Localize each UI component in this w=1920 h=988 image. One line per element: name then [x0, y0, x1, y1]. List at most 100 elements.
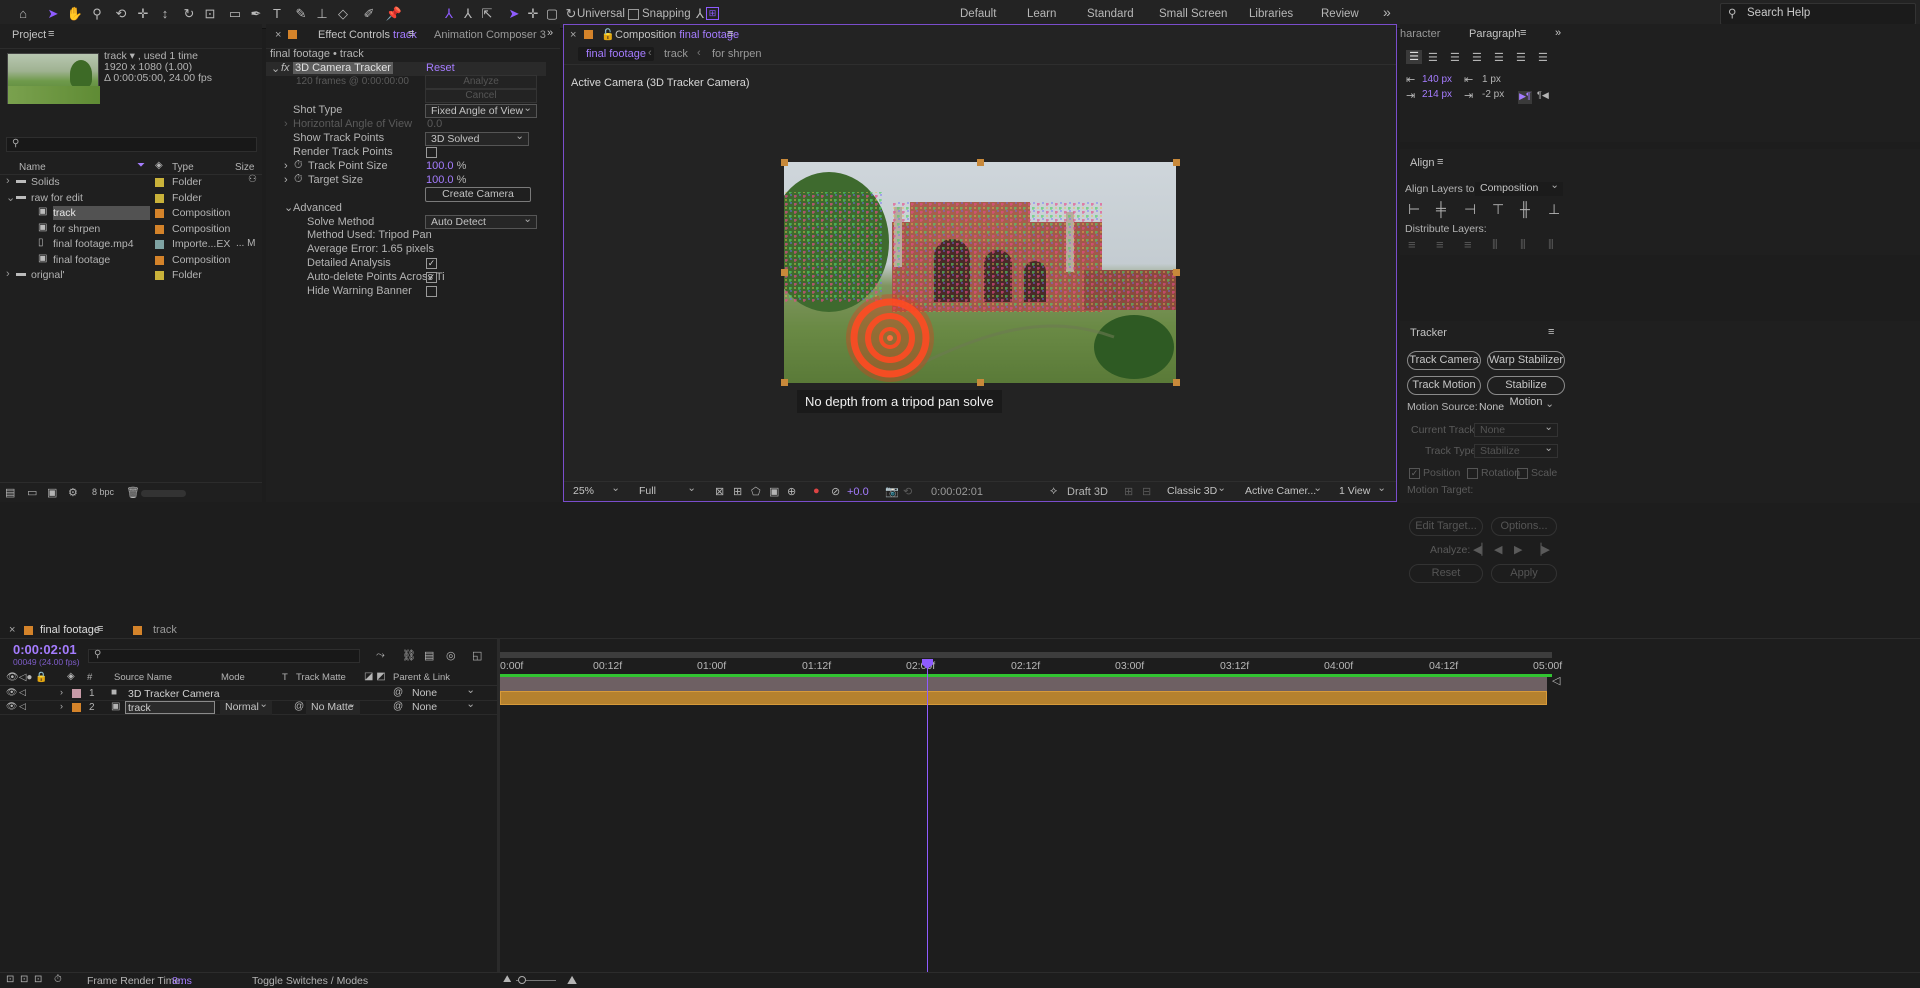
tracker-reset-button[interactable]: Reset [1409, 564, 1483, 583]
snapshot-icon[interactable]: 📷 [885, 485, 899, 498]
scale-mode-icon[interactable]: ▢ [543, 5, 561, 23]
crumb-track[interactable]: track [664, 48, 688, 60]
track-matte-pickwhip-icon[interactable]: @ [294, 701, 304, 712]
panel-overflow-icon[interactable]: » [547, 27, 553, 39]
viewer-timecode[interactable]: 0:00:02:01 [931, 486, 983, 498]
color-channel-icon[interactable]: ● [813, 485, 820, 497]
toggle-switches-modes[interactable]: Toggle Switches / Modes [252, 975, 368, 987]
workspace-default[interactable]: Default [960, 8, 996, 20]
col-t[interactable]: T [282, 672, 288, 683]
resolution-select[interactable]: Full [634, 482, 700, 499]
in-out-icon[interactable]: ⊡ [34, 974, 42, 985]
col-mode[interactable]: Mode [221, 672, 245, 683]
rotate-tool-icon[interactable]: ↻ [180, 5, 198, 23]
label-color-swatch[interactable] [155, 255, 164, 265]
twirl-right-icon[interactable]: › [284, 118, 288, 130]
track-matte-select[interactable]: No Matte [306, 698, 360, 715]
fast-previews-icon[interactable]: ⊠ [715, 485, 724, 498]
align-top-edges-icon[interactable]: ⊤ [1492, 201, 1504, 218]
search-help-input[interactable]: ⚲ Search Help [1720, 3, 1916, 25]
eraser-tool-icon[interactable]: ◇ [334, 5, 352, 23]
panel-overflow-icon[interactable]: » [1555, 27, 1561, 39]
camera-view-select[interactable]: Active Camer... [1240, 482, 1326, 499]
playhead[interactable] [922, 659, 933, 987]
edit-target-button[interactable]: Edit Target... [1409, 517, 1483, 536]
reset-link[interactable]: Reset [426, 62, 455, 74]
layer-handle[interactable] [781, 379, 788, 386]
justify-last-right-icon[interactable]: ☰ [1516, 51, 1526, 64]
transfer-controls-icon[interactable]: ⊡ [20, 974, 28, 985]
timeline-search-input[interactable]: ⚲ [88, 649, 360, 663]
roto-brush-tool-icon[interactable]: ✐ [360, 5, 378, 23]
twirl-right-icon[interactable]: › [284, 174, 288, 186]
track-camera-button[interactable]: Track Camera [1407, 351, 1481, 370]
layer-name[interactable]: track [128, 702, 151, 714]
detailed-analysis-checkbox[interactable]: ✓ [426, 258, 437, 269]
tracker-apply-button[interactable]: Apply [1491, 564, 1557, 583]
distribute-right-icon[interactable]: ⦀ [1548, 237, 1554, 253]
video-visibility-icon[interactable]: 👁 [6, 687, 17, 698]
snap-grid-icon[interactable]: ⊞ [706, 7, 719, 20]
track-type-select[interactable]: Stabilize [1474, 442, 1558, 458]
col-parent-link[interactable]: Parent & Link [393, 672, 450, 683]
project-item[interactable]: ▯ final footage.mp4 Importe...EX ... M [0, 237, 262, 252]
move-mode-icon[interactable]: ✛ [524, 5, 542, 23]
twirl-icon[interactable]: › [6, 175, 10, 187]
col-source-name[interactable]: Source Name [114, 672, 172, 683]
layer-handle[interactable] [781, 159, 788, 166]
analyze-frame-back-icon[interactable]: ◀ [1494, 543, 1502, 556]
region-of-interest-icon[interactable]: ▣ [769, 485, 779, 498]
exposure-value[interactable]: +0.0 [847, 486, 869, 498]
align-horizontal-center-icon[interactable]: ╪ [1436, 201, 1446, 217]
align-left-edges-icon[interactable]: ⊢ [1408, 201, 1420, 218]
crumb-for-shrpen[interactable]: for shrpen [712, 48, 762, 60]
brush-tool-icon[interactable]: ✎ [292, 5, 310, 23]
col-name[interactable]: Name [19, 162, 46, 173]
draft-3d-label[interactable]: Draft 3D [1067, 486, 1108, 498]
layer-handle[interactable] [977, 379, 984, 386]
project-item[interactable]: ▣ final footage Composition [0, 253, 262, 268]
distribute-top-icon[interactable]: ≡ [1408, 237, 1416, 252]
project-menu-icon[interactable]: ≡ [48, 28, 54, 40]
shot-type-select[interactable]: Fixed Angle of View [425, 102, 537, 118]
project-item[interactable]: ▣ track Composition [0, 206, 262, 221]
grid-guides-icon[interactable]: ⊕ [787, 485, 796, 498]
layer-color-swatch[interactable] [72, 703, 81, 712]
layer-blend-mode-select[interactable]: Normal [220, 698, 272, 715]
solve-method-select[interactable]: Auto Detect [425, 213, 537, 229]
workspace-review[interactable]: Review [1321, 8, 1359, 20]
twirl-down-icon[interactable]: ⌄ [284, 201, 293, 214]
tracker-menu-icon[interactable]: ≡ [1548, 326, 1554, 338]
justify-last-left-icon[interactable]: ☰ [1472, 51, 1482, 64]
project-tab[interactable]: Project [12, 29, 46, 41]
indent-left-value[interactable]: 140 px [1422, 74, 1452, 85]
align-layers-to-select[interactable]: Composition [1475, 179, 1563, 196]
draft-3d-toggle-icon[interactable]: ⛓ [402, 649, 416, 662]
clone-stamp-tool-icon[interactable]: ⊥ [313, 5, 331, 23]
audio-icon[interactable]: ◁ [19, 687, 26, 698]
draft-3d-icon[interactable]: ⟡ [1050, 485, 1057, 498]
transparency-grid-icon[interactable]: ⊞ [733, 485, 742, 498]
track-layer-bar[interactable] [500, 691, 1547, 705]
fx-icon[interactable]: fx [281, 62, 290, 74]
options-button[interactable]: Options... [1491, 517, 1557, 536]
comp-mini-flowchart-icon[interactable]: ⤳ [376, 649, 385, 662]
close-tab-icon[interactable]: × [9, 624, 15, 636]
lock-icon[interactable]: 🔓 [601, 28, 615, 41]
layer-row[interactable]: 👁◁›2▣trackNormal@No Matte@None [0, 698, 497, 715]
zoom-slider-handle[interactable] [518, 976, 526, 984]
label-color-swatch[interactable] [155, 178, 164, 187]
composition-tab[interactable]: Composition final footage [615, 29, 739, 41]
type-tool-icon[interactable]: T [268, 5, 286, 23]
motion-blur-icon[interactable]: ◎ [446, 649, 456, 662]
cancel-button[interactable]: Cancel [425, 89, 537, 103]
thumbnail-size-slider[interactable] [141, 490, 186, 497]
puppet-pin-tool-icon[interactable]: 📌 [385, 5, 403, 23]
crumb-final-footage[interactable]: final footage [578, 47, 654, 61]
distribute-bottom-icon[interactable]: ≡ [1464, 237, 1472, 252]
space-after-value[interactable]: -2 px [1482, 89, 1504, 100]
effect-controls-menu-icon[interactable]: ≡ [408, 28, 414, 40]
align-title[interactable]: Align [1410, 157, 1434, 169]
flowchart-icon[interactable]: ⚇ [248, 174, 257, 185]
orbit-tool-icon[interactable]: ⟲ [112, 5, 130, 23]
